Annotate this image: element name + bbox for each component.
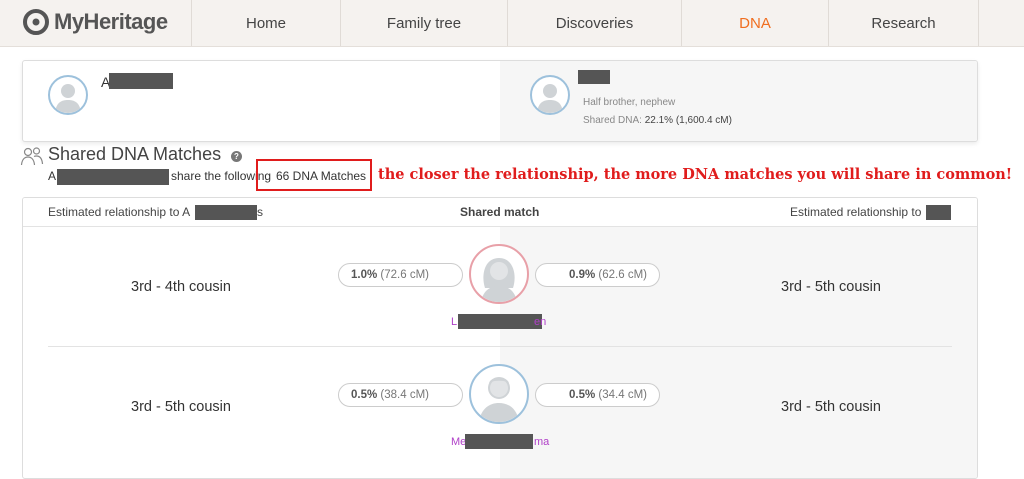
nav-research[interactable]: Research — [828, 0, 979, 46]
shared-dna-value: 22.1% (1,600.4 cM) — [644, 115, 732, 126]
table-header-row: Estimated relationship to A s Shared mat… — [23, 198, 977, 227]
right-relationship: 3rd - 5th cousin — [781, 399, 881, 415]
redacted-name-block — [926, 205, 951, 220]
right-person-panel: Half brother, nephew Shared DNA: 22.1% (… — [500, 61, 977, 141]
annotation-text: the closer the relationship, the more DN… — [378, 166, 1013, 183]
left-relationship: 3rd - 5th cousin — [131, 399, 231, 415]
shared-match-name-start[interactable]: L — [451, 316, 457, 328]
right-shared-cm: (34.4 cM) — [598, 389, 647, 401]
right-shared-cm: (62.6 cM) — [598, 269, 647, 281]
brand-name: MyHeritage — [54, 9, 168, 34]
help-icon[interactable]: ? — [231, 151, 242, 162]
header-left-suffix: s — [257, 205, 263, 219]
right-person-shared-dna: Shared DNA: 22.1% (1,600.4 cM) — [583, 115, 732, 126]
right-shared-dna-pill: 0.9% (62.6 cM) — [535, 263, 660, 287]
redacted-name-block — [465, 434, 533, 449]
nav-home[interactable]: Home — [191, 0, 340, 46]
row-divider — [48, 346, 952, 347]
redacted-name-block — [57, 169, 169, 185]
right-shared-pct: 0.9% — [569, 269, 596, 281]
nav-family-tree[interactable]: Family tree — [340, 0, 507, 46]
nav-dna-label: DNA — [739, 14, 771, 32]
header-shared-match: Shared match — [460, 205, 540, 219]
left-shared-dna-pill: 0.5% (38.4 cM) — [338, 383, 463, 407]
male-silhouette-icon — [55, 84, 81, 113]
redacted-name-block — [195, 205, 257, 220]
shared-match-avatar[interactable] — [469, 244, 529, 304]
left-shared-pct: 1.0% — [351, 269, 378, 281]
left-shared-cm: (38.4 cM) — [380, 389, 429, 401]
shared-match-name-start[interactable]: Me — [451, 436, 466, 448]
section-title: Shared DNA Matches — [48, 144, 222, 164]
dna-match-count[interactable]: 66 DNA Matches — [276, 169, 366, 183]
nav-home-label: Home — [245, 14, 286, 32]
header-right-relationship: Estimated relationship to — [790, 205, 922, 219]
left-shared-dna-pill: 1.0% (72.6 cM) — [338, 263, 463, 287]
header-left-relationship: Estimated relationship to A — [48, 205, 191, 219]
left-relationship: 3rd - 4th cousin — [131, 279, 231, 295]
male-silhouette-icon — [479, 377, 519, 422]
nav-research-label: Research — [871, 14, 936, 32]
right-shared-pct: 0.5% — [569, 389, 596, 401]
nav-discoveries[interactable]: Discoveries — [507, 0, 681, 46]
shared-match-name-end[interactable]: en — [534, 316, 546, 328]
shared-dna-label: Shared DNA: — [583, 115, 642, 126]
right-person-avatar[interactable] — [530, 75, 570, 115]
myheritage-logo-icon — [23, 9, 49, 35]
myheritage-logo[interactable]: MyHeritage — [22, 8, 168, 36]
right-relationship: 3rd - 5th cousin — [781, 279, 881, 295]
redacted-name-block — [458, 314, 542, 329]
shared-matches-table: Estimated relationship to A s Shared mat… — [22, 197, 978, 479]
left-person-avatar[interactable] — [48, 75, 88, 115]
left-shared-pct: 0.5% — [351, 389, 378, 401]
right-person-relation: Half brother, nephew — [583, 97, 676, 108]
people-group-icon — [20, 147, 44, 166]
right-shared-dna-pill: 0.5% (34.4 cM) — [535, 383, 660, 407]
nav-dna[interactable]: DNA — [681, 0, 828, 46]
shared-match-name-end[interactable]: ma — [534, 436, 549, 448]
top-navigation-bar: MyHeritage Home Family tree Discoveries … — [0, 0, 1024, 47]
shared-match-avatar[interactable] — [469, 364, 529, 424]
main-nav: Home Family tree Discoveries DNA Researc… — [191, 0, 979, 46]
subline-prefix: A — [48, 169, 57, 183]
female-silhouette-icon — [481, 258, 517, 302]
male-silhouette-icon — [537, 84, 563, 113]
redacted-name-block — [109, 73, 173, 89]
nav-discoveries-label: Discoveries — [555, 14, 634, 32]
redacted-name-block — [578, 70, 610, 84]
compared-persons-card: A Half brother, nephew Shared DNA: 22.1%… — [22, 60, 978, 142]
left-shared-cm: (72.6 cM) — [380, 269, 429, 281]
nav-family-tree-label: Family tree — [386, 14, 462, 32]
